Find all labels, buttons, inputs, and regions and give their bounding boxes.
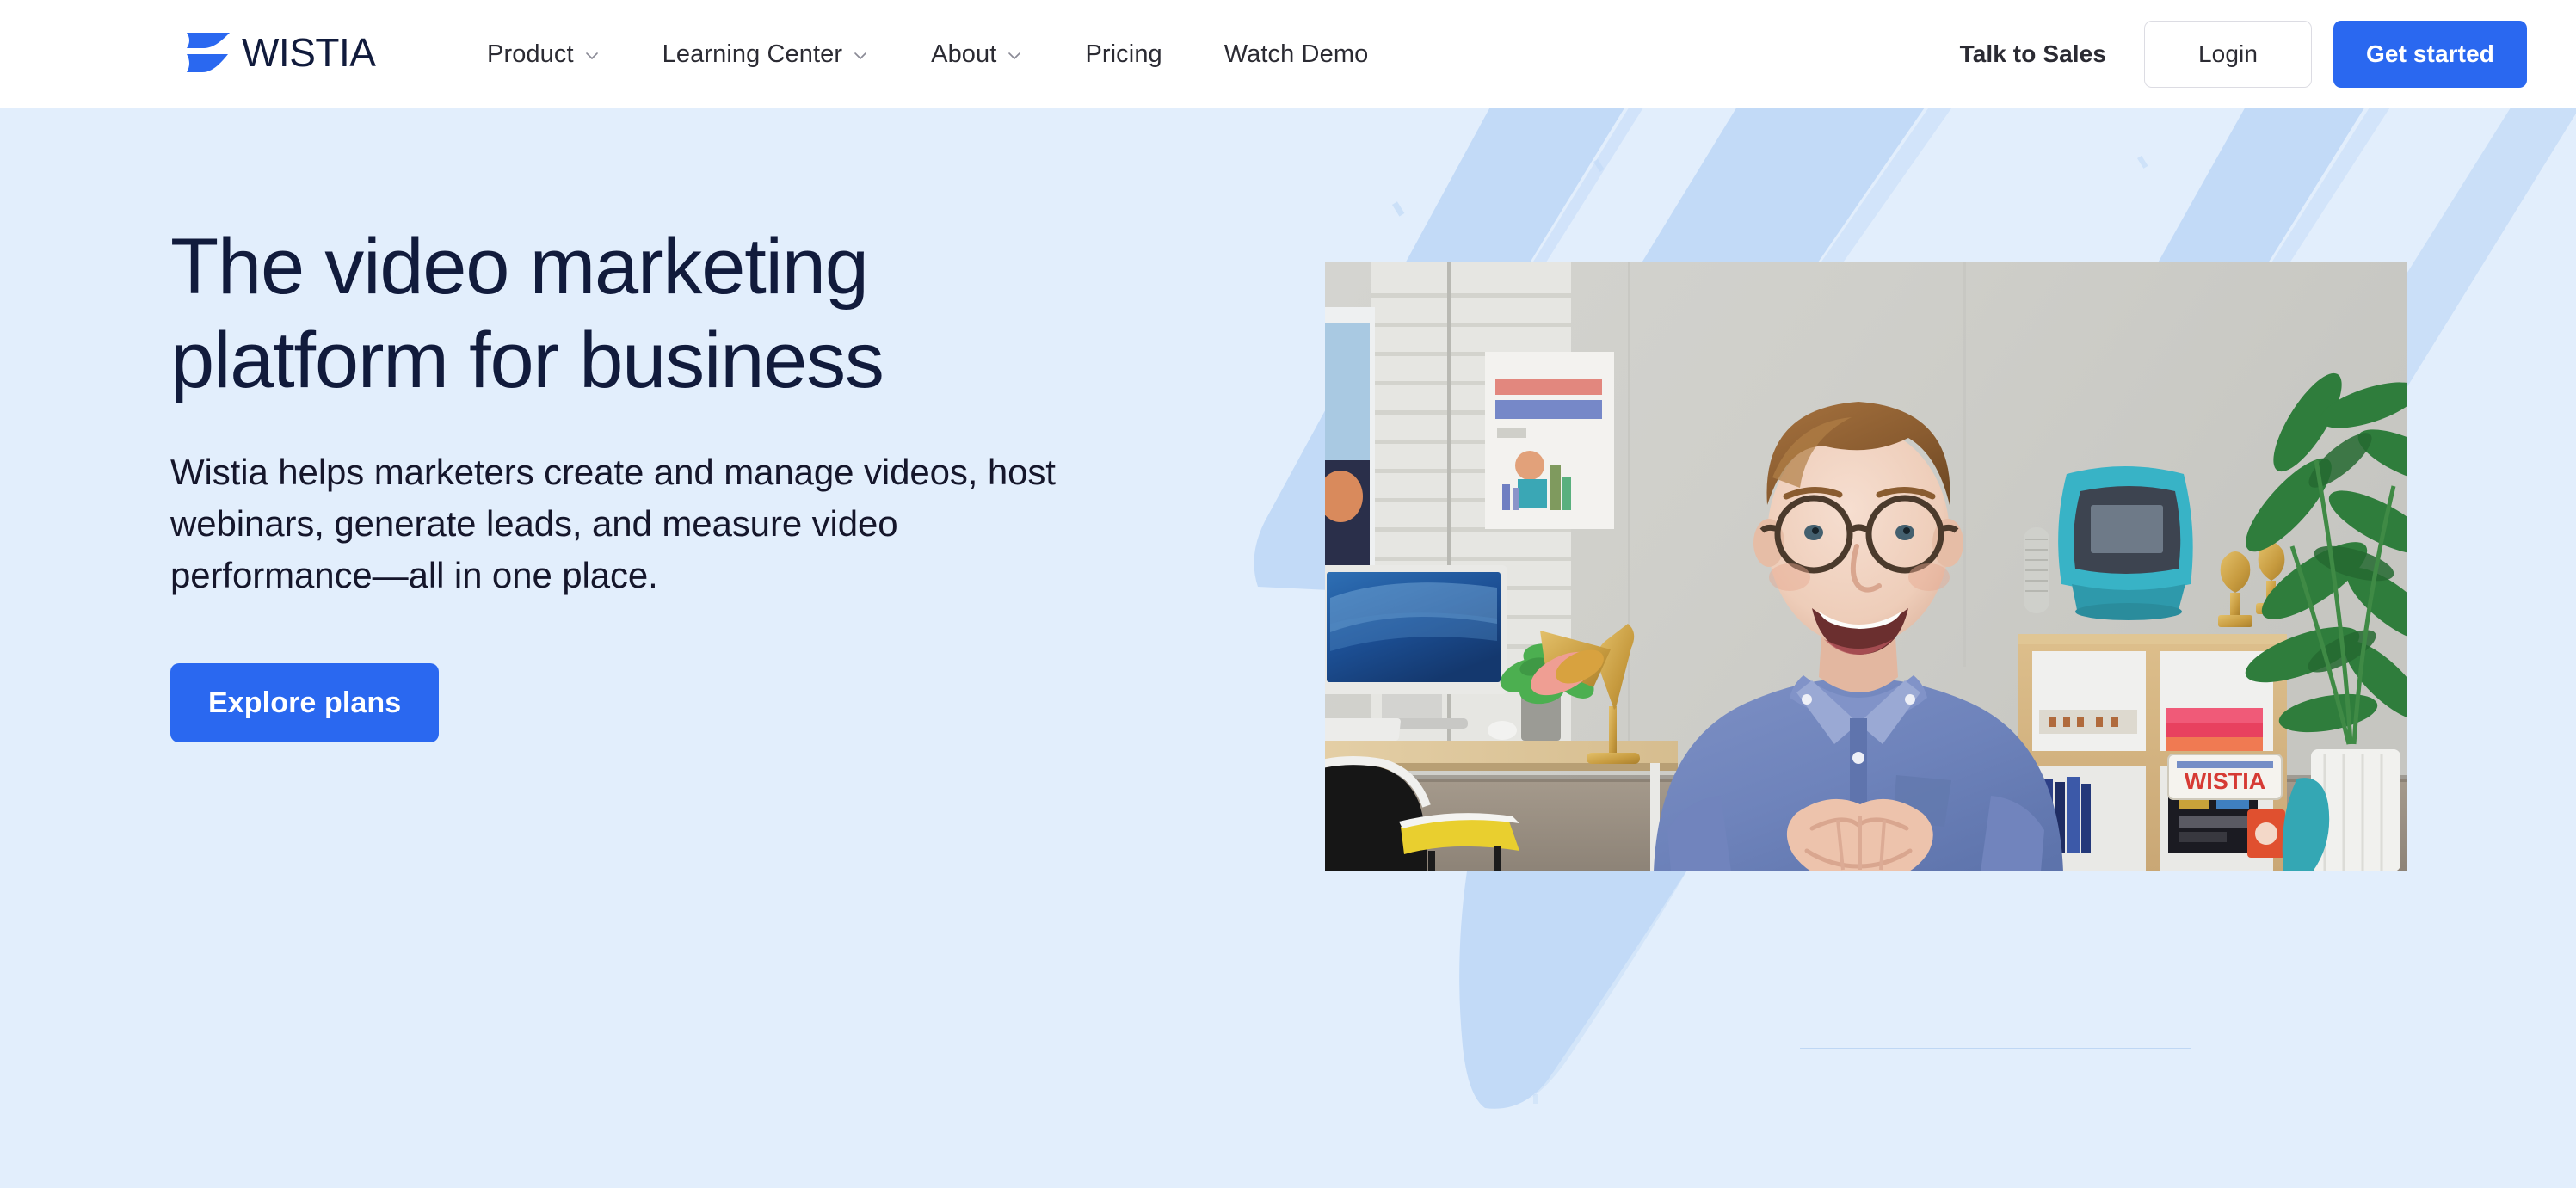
- explore-plans-button[interactable]: Explore plans: [170, 663, 440, 743]
- nav-item-product[interactable]: Product: [487, 0, 632, 108]
- hero-video-thumbnail[interactable]: WISTIA: [1325, 262, 2407, 871]
- hero-subtitle: Wistia helps marketers create and manage…: [170, 452, 1056, 596]
- login-button[interactable]: Login: [2144, 21, 2312, 88]
- get-started-button[interactable]: Get started: [2333, 21, 2527, 88]
- svg-text:WISTIA: WISTIA: [2185, 768, 2266, 794]
- hero-copy-block: The video marketing platform for busines…: [170, 220, 1143, 743]
- page-root: WISTIA Product Learning Center About Pri…: [0, 0, 2576, 1188]
- header-actions: Talk to Sales Login Get started: [1960, 0, 2576, 108]
- page-title: The video marketing platform for busines…: [170, 223, 884, 404]
- wistia-wave-logo-icon: [185, 29, 233, 76]
- talk-to-sales-link[interactable]: Talk to Sales: [1960, 40, 2106, 68]
- nav-item-label: Learning Center: [662, 40, 843, 68]
- hero-section: The video marketing platform for busines…: [0, 108, 2576, 1188]
- chevron-down-icon: [583, 47, 601, 65]
- hero-content: The video marketing platform for busines…: [0, 108, 2576, 1188]
- nav-item-pricing[interactable]: Pricing: [1054, 0, 1192, 108]
- wistia-wordmark: WISTIA: [242, 30, 376, 75]
- nav-item-about[interactable]: About: [900, 0, 1054, 108]
- decorative-divider: [1800, 1048, 2191, 1049]
- site-header: WISTIA Product Learning Center About Pri…: [0, 0, 2576, 108]
- nav-item-watch-demo[interactable]: Watch Demo: [1193, 0, 1400, 108]
- primary-nav: Product Learning Center About Pricing Wa…: [487, 0, 1399, 108]
- nav-item-label: Product: [487, 40, 574, 68]
- nav-item-label: Watch Demo: [1223, 40, 1369, 68]
- nav-item-label: Pricing: [1085, 40, 1162, 68]
- wistia-logo[interactable]: WISTIA: [185, 29, 376, 76]
- chevron-down-icon: [852, 47, 869, 65]
- chevron-down-icon: [1006, 47, 1023, 65]
- nav-item-label: About: [931, 40, 997, 68]
- nav-item-learning-center[interactable]: Learning Center: [632, 0, 900, 108]
